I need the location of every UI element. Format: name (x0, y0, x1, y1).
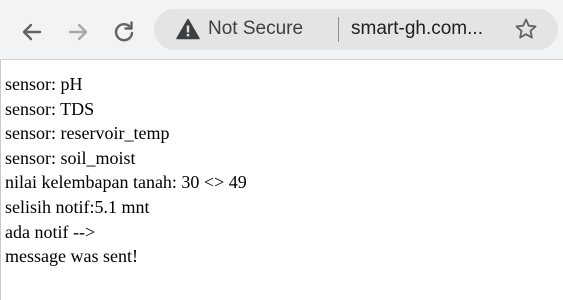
address-bar-divider (338, 17, 339, 42)
security-status-label[interactable]: Not Secure (208, 18, 303, 40)
back-button[interactable] (16, 16, 48, 48)
reload-button[interactable] (108, 16, 140, 48)
browser-toolbar: Not Secure smart-gh.com... (0, 0, 563, 60)
sensor-line-ph: sensor: pH (5, 74, 83, 94)
url-text[interactable]: smart-gh.com... (351, 18, 483, 40)
back-arrow-icon (22, 23, 42, 41)
notif-interval-line: selisih notif:5.1 mnt (5, 196, 150, 217)
forward-arrow-icon (68, 23, 88, 41)
forward-button[interactable] (62, 16, 94, 48)
page-content: sensor: pH sensor: TDS sensor: reservoir… (5, 72, 555, 269)
notif-status-line: ada notif --> (5, 221, 96, 242)
warning-triangle-icon[interactable] (176, 18, 200, 40)
address-bar[interactable]: Not Secure smart-gh.com... (154, 9, 558, 50)
reload-icon (114, 21, 134, 42)
message-sent-line: message was sent! (5, 246, 138, 267)
sensor-line-soil-moist: sensor: soil_moist (5, 147, 136, 168)
soil-moisture-value-line: nilai kelembapan tanah: 30 <> 49 (5, 172, 247, 193)
sensor-line-reservoir-temp: sensor: reservoir_temp (5, 123, 170, 144)
page-left-border (0, 60, 1, 300)
sensor-line-tds: sensor: TDS (5, 98, 95, 119)
star-icon[interactable] (514, 17, 538, 41)
